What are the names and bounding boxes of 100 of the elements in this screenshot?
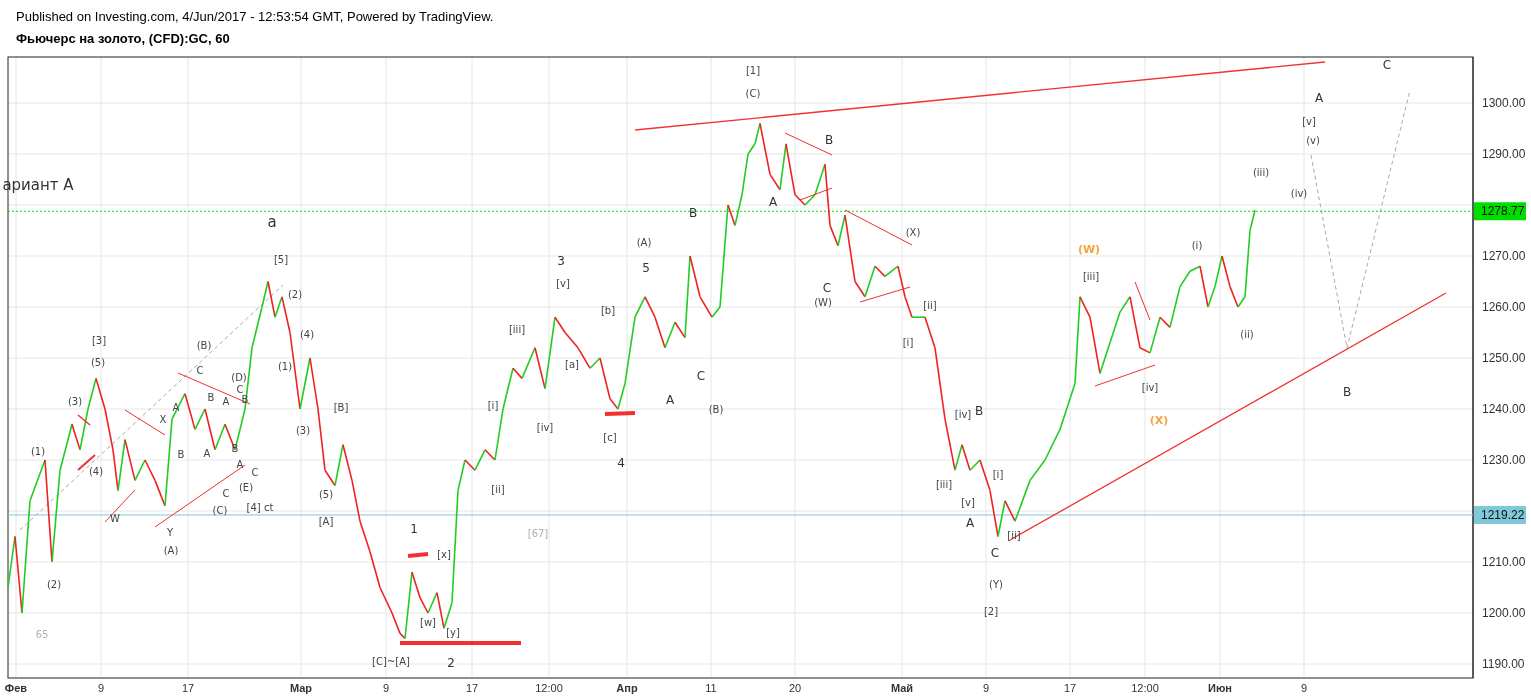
wave-label: (v) <box>1306 134 1320 146</box>
wave-label: (D) <box>231 371 247 383</box>
wave-label: A <box>1314 91 1324 106</box>
wave-label: [iii] <box>1082 270 1100 282</box>
wave-label: (B) <box>708 403 724 415</box>
wave-label: [ii] <box>1007 529 1021 541</box>
wave-label: C <box>196 364 204 376</box>
date-label: 9 <box>97 682 105 694</box>
wave-label: (X) <box>905 226 921 238</box>
wave-label: C <box>696 369 706 384</box>
wave-label: [ii] <box>491 483 505 495</box>
wave-label: (1) <box>30 445 46 457</box>
date-label: 12:00 <box>1131 682 1159 694</box>
wave-label: B <box>1342 385 1352 400</box>
wave-label: A <box>203 447 211 459</box>
wave-label: C <box>1382 58 1392 73</box>
date-label: 12:00 <box>535 682 563 694</box>
wave-label: (5) <box>318 488 334 500</box>
wave-label: (W) <box>1077 242 1101 256</box>
wave-label: Y <box>166 526 174 538</box>
wave-label: A <box>768 195 778 210</box>
wave-label: [iv] <box>954 408 972 420</box>
wave-label: [x] <box>437 548 451 560</box>
wave-label: B <box>974 404 984 419</box>
date-label: Июн <box>1208 682 1232 694</box>
wave-label: [2] <box>983 605 999 617</box>
wave-label: B <box>177 448 185 460</box>
wave-label: A <box>236 458 244 470</box>
price-tick-label: 1260.00 <box>1482 300 1526 314</box>
date-label: 20 <box>788 682 802 694</box>
wave-label: (X) <box>1149 413 1169 427</box>
chart-title: Фьючерс на золото, (CFD):GC, 60 <box>16 31 231 46</box>
trend-line <box>104 489 136 523</box>
wave-label: [iv] <box>1141 381 1159 393</box>
wave-label: [v] <box>556 277 570 289</box>
wave-label: (Y) <box>989 578 1003 590</box>
price-tick-label: 1200.00 <box>1482 606 1526 620</box>
wave-label: (5) <box>90 356 106 368</box>
wave-label: (iii) <box>1252 166 1270 178</box>
wave-label: A <box>222 395 230 407</box>
trend-line <box>407 552 429 558</box>
wave-label: (A) <box>163 544 179 556</box>
wave-label: [3] <box>91 334 107 346</box>
price-tick-label: 1230.00 <box>1482 453 1526 467</box>
date-label: Фев <box>4 682 28 694</box>
price-tick-label: 1290.00 <box>1482 147 1526 161</box>
wave-label: W <box>110 512 120 524</box>
wave-label: 2 <box>447 656 455 671</box>
wave-label: [A] <box>318 515 334 527</box>
date-label: Апр <box>616 682 638 694</box>
trend-line <box>604 411 636 416</box>
wave-label: [c] <box>603 431 617 443</box>
date-label: 17 <box>1063 682 1077 694</box>
wave-label: (3) <box>295 424 311 436</box>
wave-label: [ii] <box>923 299 937 311</box>
wave-label: C <box>990 546 1000 561</box>
date-label: 9 <box>382 682 390 694</box>
wave-label: [4] ct <box>246 501 274 513</box>
wave-label: 4 <box>617 456 625 471</box>
wave-label: [i] <box>902 336 914 348</box>
wave-label: C <box>251 466 259 478</box>
wave-label: A <box>965 516 975 531</box>
wave-label: 3 <box>557 254 565 269</box>
date-label: 9 <box>1300 682 1308 694</box>
wave-label: [a] <box>565 358 579 370</box>
date-label: 9 <box>982 682 990 694</box>
trend-line <box>77 414 91 426</box>
published-caption: Published on Investing.com, 4/Jun/2017 - 12:53:54 GMT, Powered by TradingView. <box>16 9 495 24</box>
wave-label: (4) <box>299 328 315 340</box>
wave-label: a <box>267 213 277 232</box>
wave-label: (2) <box>46 578 62 590</box>
wave-label: (W) <box>814 296 832 308</box>
wave-label: 5 <box>642 261 650 276</box>
wave-label: C <box>222 487 230 499</box>
price-tick-label: 1190.00 <box>1482 657 1525 671</box>
wave-label: A <box>665 393 675 408</box>
wave-label: (ii) <box>1240 328 1254 340</box>
wave-label: [y] <box>446 626 460 638</box>
wave-label: [5] <box>273 253 289 265</box>
wave-label: B <box>688 206 698 221</box>
trend-line <box>859 286 911 303</box>
wave-label: [w] <box>420 616 436 628</box>
wave-label: [1] <box>745 64 761 76</box>
wave-label: [b] <box>600 304 616 316</box>
wave-label: [iii] <box>508 323 526 335</box>
wave-label: (B) <box>196 339 212 351</box>
wave-label: (C) <box>745 87 761 99</box>
date-label: 17 <box>181 682 195 694</box>
wave-label: 65 <box>35 628 49 640</box>
wave-label: [i] <box>487 399 499 411</box>
trend-line <box>799 187 833 201</box>
price-tag-label: 1219.22 <box>1481 508 1525 522</box>
wave-label: C <box>236 383 244 395</box>
wave-label: [B] <box>333 401 349 413</box>
price-tick-label: 1270.00 <box>1482 249 1526 263</box>
wave-label: (iv) <box>1290 187 1308 199</box>
wave-label: (A) <box>636 236 652 248</box>
wave-label: [i] <box>992 468 1004 480</box>
wave-label: (E) <box>238 481 254 493</box>
wave-label: (2) <box>287 288 303 300</box>
